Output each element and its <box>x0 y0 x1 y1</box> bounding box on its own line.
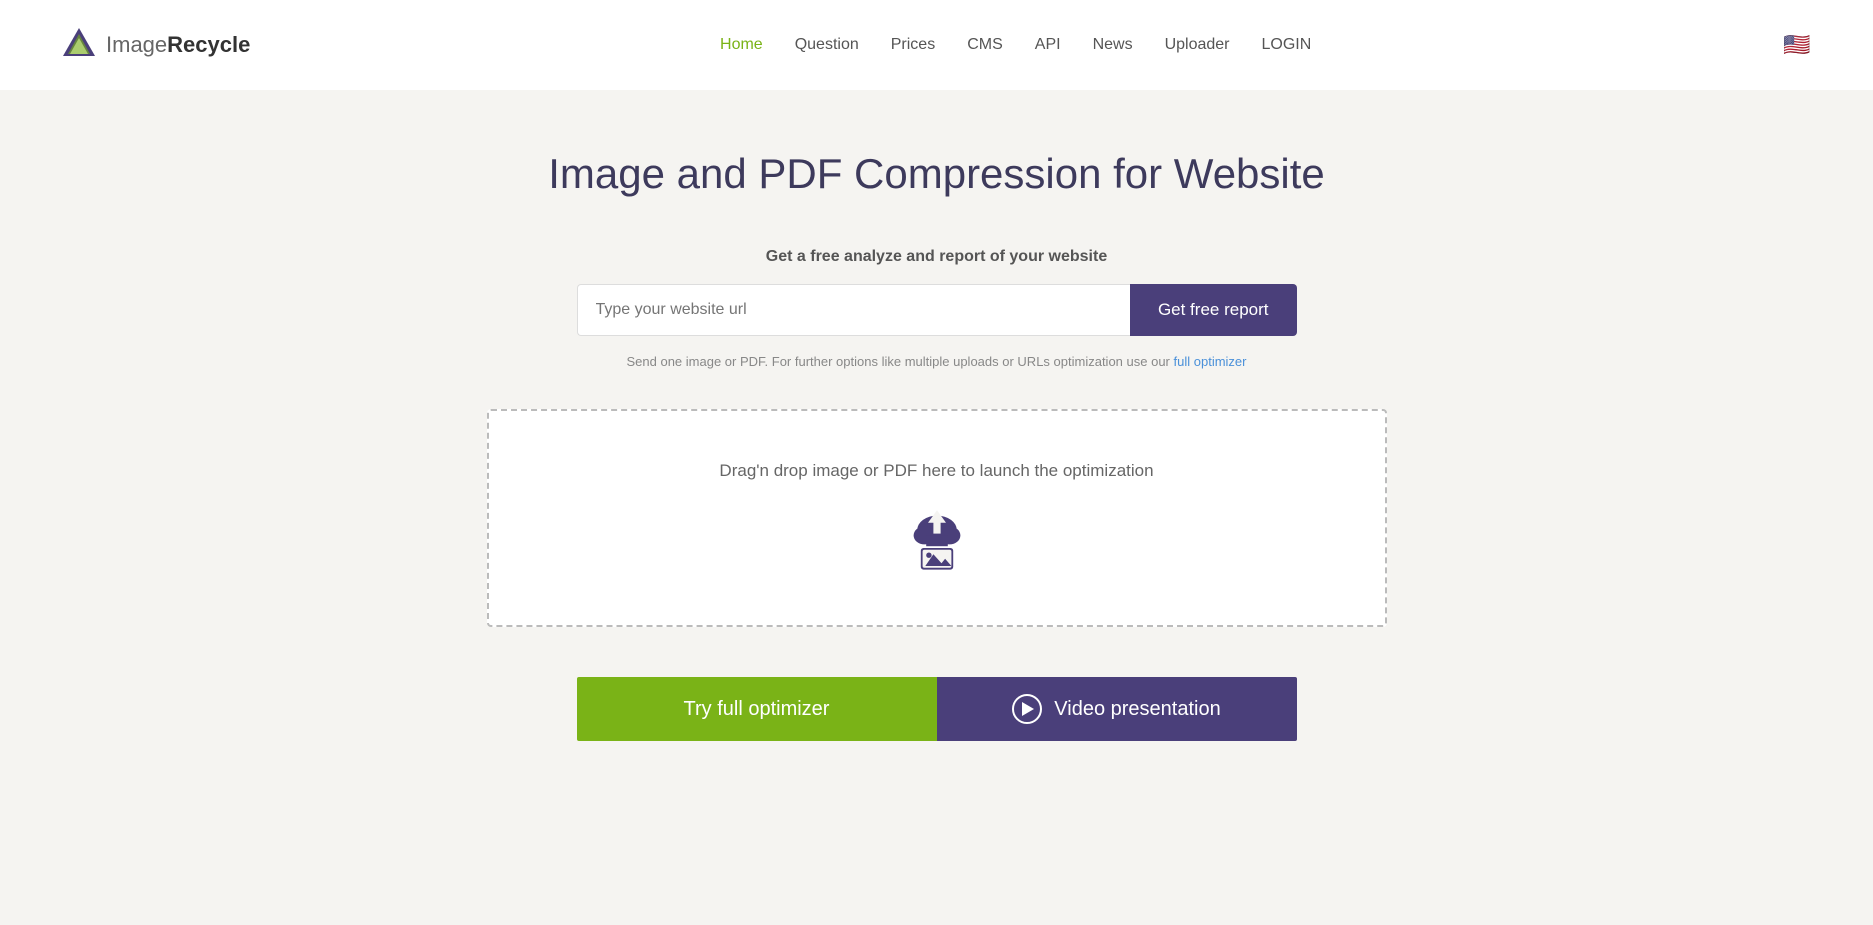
video-presentation-button[interactable]: Video presentation <box>937 677 1297 741</box>
nav-prices[interactable]: Prices <box>891 36 935 54</box>
nav-login[interactable]: LOGIN <box>1262 36 1312 54</box>
play-triangle <box>1022 702 1034 716</box>
main-content: Image and PDF Compression for Website Ge… <box>0 90 1873 925</box>
hero-subtitle: Get a free analyze and report of your we… <box>766 248 1107 266</box>
dropzone[interactable]: Drag'n drop image or PDF here to launch … <box>487 409 1387 627</box>
play-icon <box>1012 694 1042 724</box>
nav-question[interactable]: Question <box>795 36 859 54</box>
full-optimizer-link[interactable]: full optimizer <box>1174 354 1247 369</box>
nav-uploader[interactable]: Uploader <box>1165 36 1230 54</box>
nav-api[interactable]: API <box>1035 36 1061 54</box>
header: ImageRecycle Home Question Prices CMS AP… <box>0 0 1873 90</box>
nav-news[interactable]: News <box>1093 36 1133 54</box>
url-form: Get free report <box>577 284 1297 336</box>
drop-text: Drag'n drop image or PDF here to launch … <box>719 461 1153 481</box>
hero-title: Image and PDF Compression for Website <box>548 150 1325 198</box>
helper-text: Send one image or PDF. For further optio… <box>627 354 1247 369</box>
url-input[interactable] <box>577 284 1130 336</box>
upload-icon <box>901 503 973 575</box>
try-optimizer-button[interactable]: Try full optimizer <box>577 677 937 741</box>
logo-icon <box>60 24 98 62</box>
logo-text: ImageRecycle <box>106 32 250 58</box>
logo: ImageRecycle <box>60 24 250 67</box>
get-report-button[interactable]: Get free report <box>1130 284 1297 336</box>
nav-home[interactable]: Home <box>720 36 763 54</box>
main-nav: Home Question Prices CMS API News Upload… <box>720 36 1311 54</box>
cta-buttons: Try full optimizer Video presentation <box>577 677 1297 741</box>
language-flag[interactable]: 🇺🇸 <box>1781 29 1813 61</box>
nav-cms[interactable]: CMS <box>967 36 1003 54</box>
